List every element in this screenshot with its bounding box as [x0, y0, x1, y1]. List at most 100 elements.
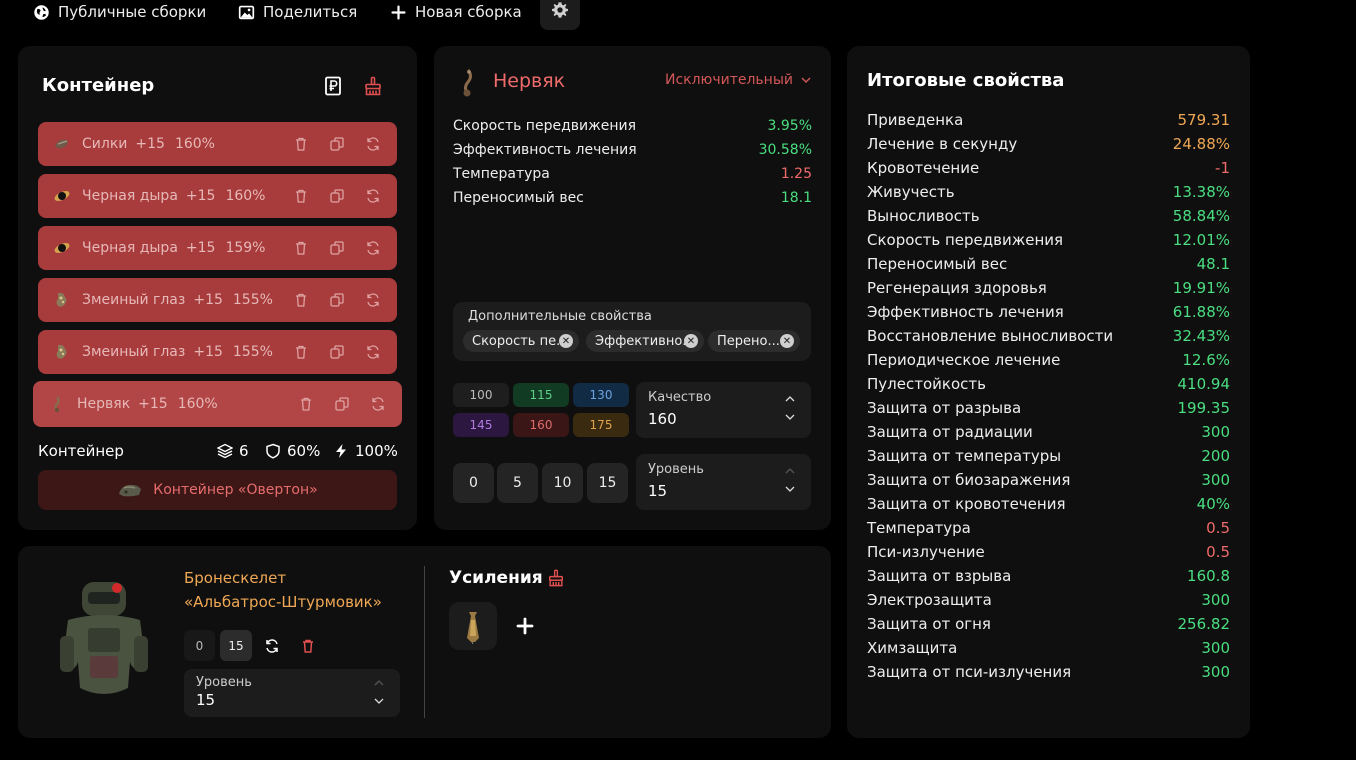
refresh-icon[interactable] — [365, 188, 381, 204]
property-chip[interactable]: Скорость пе... ✕ — [463, 330, 579, 352]
stat-row: Защита от разрыва 199.35 — [867, 396, 1230, 420]
copy-icon[interactable] — [329, 292, 345, 308]
armor-level-preset[interactable]: 15 — [220, 630, 252, 661]
capacity-value: 6 — [239, 442, 249, 460]
property-chip[interactable]: Перено... ✕ — [708, 330, 800, 352]
chevron-down-icon[interactable] — [785, 412, 795, 422]
armor-image[interactable] — [54, 576, 154, 706]
quality-preset-button[interactable]: 160 — [513, 413, 569, 437]
boost-slot[interactable] — [449, 602, 497, 650]
stat-value: 12.01% — [1172, 231, 1230, 249]
stat-label: Пулестойкость — [867, 375, 986, 393]
armor-level-preset[interactable]: 0 — [184, 630, 215, 661]
broom-icon[interactable] — [363, 76, 383, 96]
refresh-icon[interactable] — [370, 396, 386, 412]
slot-quality: 159% — [225, 240, 266, 256]
quality-preset-button[interactable]: 145 — [453, 413, 509, 437]
lightning-icon — [336, 444, 346, 458]
chevron-down-icon[interactable] — [785, 484, 795, 494]
level-preset-button[interactable]: 15 — [587, 463, 628, 503]
level-preset-button[interactable]: 10 — [542, 463, 583, 503]
stat-label: Химзащита — [867, 639, 958, 657]
refresh-icon[interactable] — [365, 344, 381, 360]
artifact-slot-selected[interactable]: Нервяк +15 160% — [33, 381, 402, 427]
copy-icon[interactable] — [329, 240, 345, 256]
share-label: Поделиться — [263, 3, 358, 21]
ruble-document-icon[interactable] — [323, 76, 343, 96]
chevron-up-icon[interactable] — [785, 466, 795, 476]
stat-label: Температура — [867, 519, 971, 537]
level-preset-button[interactable]: 0 — [453, 463, 494, 503]
stat-value: 12.6% — [1182, 351, 1230, 369]
copy-icon[interactable] — [329, 136, 345, 152]
armor-name: Бронескелет «Альбатрос-Штурмовик» — [184, 566, 404, 614]
broom-icon[interactable] — [547, 569, 565, 587]
refresh-icon[interactable] — [365, 292, 381, 308]
trash-icon[interactable] — [300, 638, 316, 654]
armor-level-stepper[interactable]: Уровень 15 — [184, 669, 400, 717]
trash-icon[interactable] — [293, 344, 309, 360]
copy-icon[interactable] — [329, 344, 345, 360]
trash-icon[interactable] — [293, 292, 309, 308]
stat-row: Пулестойкость 410.94 — [867, 372, 1230, 396]
quality-label: Качество — [648, 390, 712, 405]
artifact-slot[interactable]: Силки +15 160% — [38, 122, 397, 166]
stat-label: Защита от разрыва — [867, 399, 1022, 417]
slot-name: Нервяк — [77, 396, 131, 412]
stat-value: 48.1 — [1196, 255, 1230, 273]
chevron-down-icon[interactable] — [374, 696, 384, 706]
refresh-icon[interactable] — [365, 136, 381, 152]
boosts-title: Усиления — [449, 568, 543, 588]
copy-icon[interactable] — [334, 396, 350, 412]
close-icon[interactable]: ✕ — [780, 334, 794, 348]
add-boost-icon[interactable] — [515, 616, 535, 636]
rarity-dropdown[interactable]: Исключительный — [665, 72, 811, 88]
settings-button[interactable] — [540, 0, 580, 30]
slot-name: Змеиный глаз — [82, 344, 186, 360]
container-select-button[interactable]: Контейнер «Овертон» — [38, 470, 397, 510]
level-preset-button[interactable]: 5 — [497, 463, 538, 503]
slot-level: +15 — [138, 396, 168, 412]
stat-label: Защита от огня — [867, 615, 991, 633]
stat-value: 0.5 — [1206, 519, 1230, 537]
stat-value: 1.25 — [780, 166, 812, 182]
artifact-slot[interactable]: Змеиный глаз +15 155% — [38, 330, 397, 374]
stat-row: Защита от взрыва 160.8 — [867, 564, 1230, 588]
armor-name-line: «Альбатрос-Штурмовик» — [184, 593, 382, 611]
stat-row: Выносливость 58.84% — [867, 204, 1230, 228]
artifact-slot[interactable]: Черная дыра +15 159% — [38, 226, 397, 270]
artifact-slot[interactable]: Черная дыра +15 160% — [38, 174, 397, 218]
new-build-button[interactable]: Новая сборка — [390, 0, 522, 24]
trash-icon[interactable] — [293, 240, 309, 256]
refresh-icon[interactable] — [264, 638, 280, 654]
copy-icon[interactable] — [329, 188, 345, 204]
share-button[interactable]: Поделиться — [238, 0, 357, 24]
trash-icon[interactable] — [293, 136, 309, 152]
syringe-icon — [467, 612, 479, 644]
artifact-slot[interactable]: Змеиный глаз +15 155% — [38, 278, 397, 322]
chip-label: Скорость пе... — [472, 333, 569, 349]
stat-value: 0.5 — [1206, 543, 1230, 561]
property-chip[interactable]: Эффективно... ✕ — [586, 330, 704, 352]
artifact-name: Нервяк — [493, 70, 566, 92]
close-icon[interactable]: ✕ — [559, 334, 573, 348]
chevron-up-icon[interactable] — [374, 678, 384, 688]
chevron-up-icon[interactable] — [785, 394, 795, 404]
stat-value: 300 — [1201, 663, 1230, 681]
trash-icon[interactable] — [298, 396, 314, 412]
stat-value: 300 — [1201, 591, 1230, 609]
stat-label: Кровотечение — [867, 159, 980, 177]
refresh-icon[interactable] — [365, 240, 381, 256]
close-icon[interactable]: ✕ — [684, 334, 698, 348]
slot-name: Черная дыра — [82, 240, 178, 256]
trash-icon[interactable] — [293, 188, 309, 204]
quality-preset-button[interactable]: 115 — [513, 383, 569, 407]
stat-value: 61.88% — [1172, 303, 1230, 321]
slot-quality: 160% — [225, 188, 266, 204]
quality-preset-button[interactable]: 100 — [453, 383, 509, 407]
quality-preset-button[interactable]: 130 — [573, 383, 629, 407]
level-stepper[interactable]: Уровень 15 — [636, 454, 811, 510]
quality-preset-button[interactable]: 175 — [573, 413, 629, 437]
quality-stepper[interactable]: Качество 160 — [636, 382, 811, 438]
public-builds-button[interactable]: Публичные сборки — [33, 0, 206, 24]
